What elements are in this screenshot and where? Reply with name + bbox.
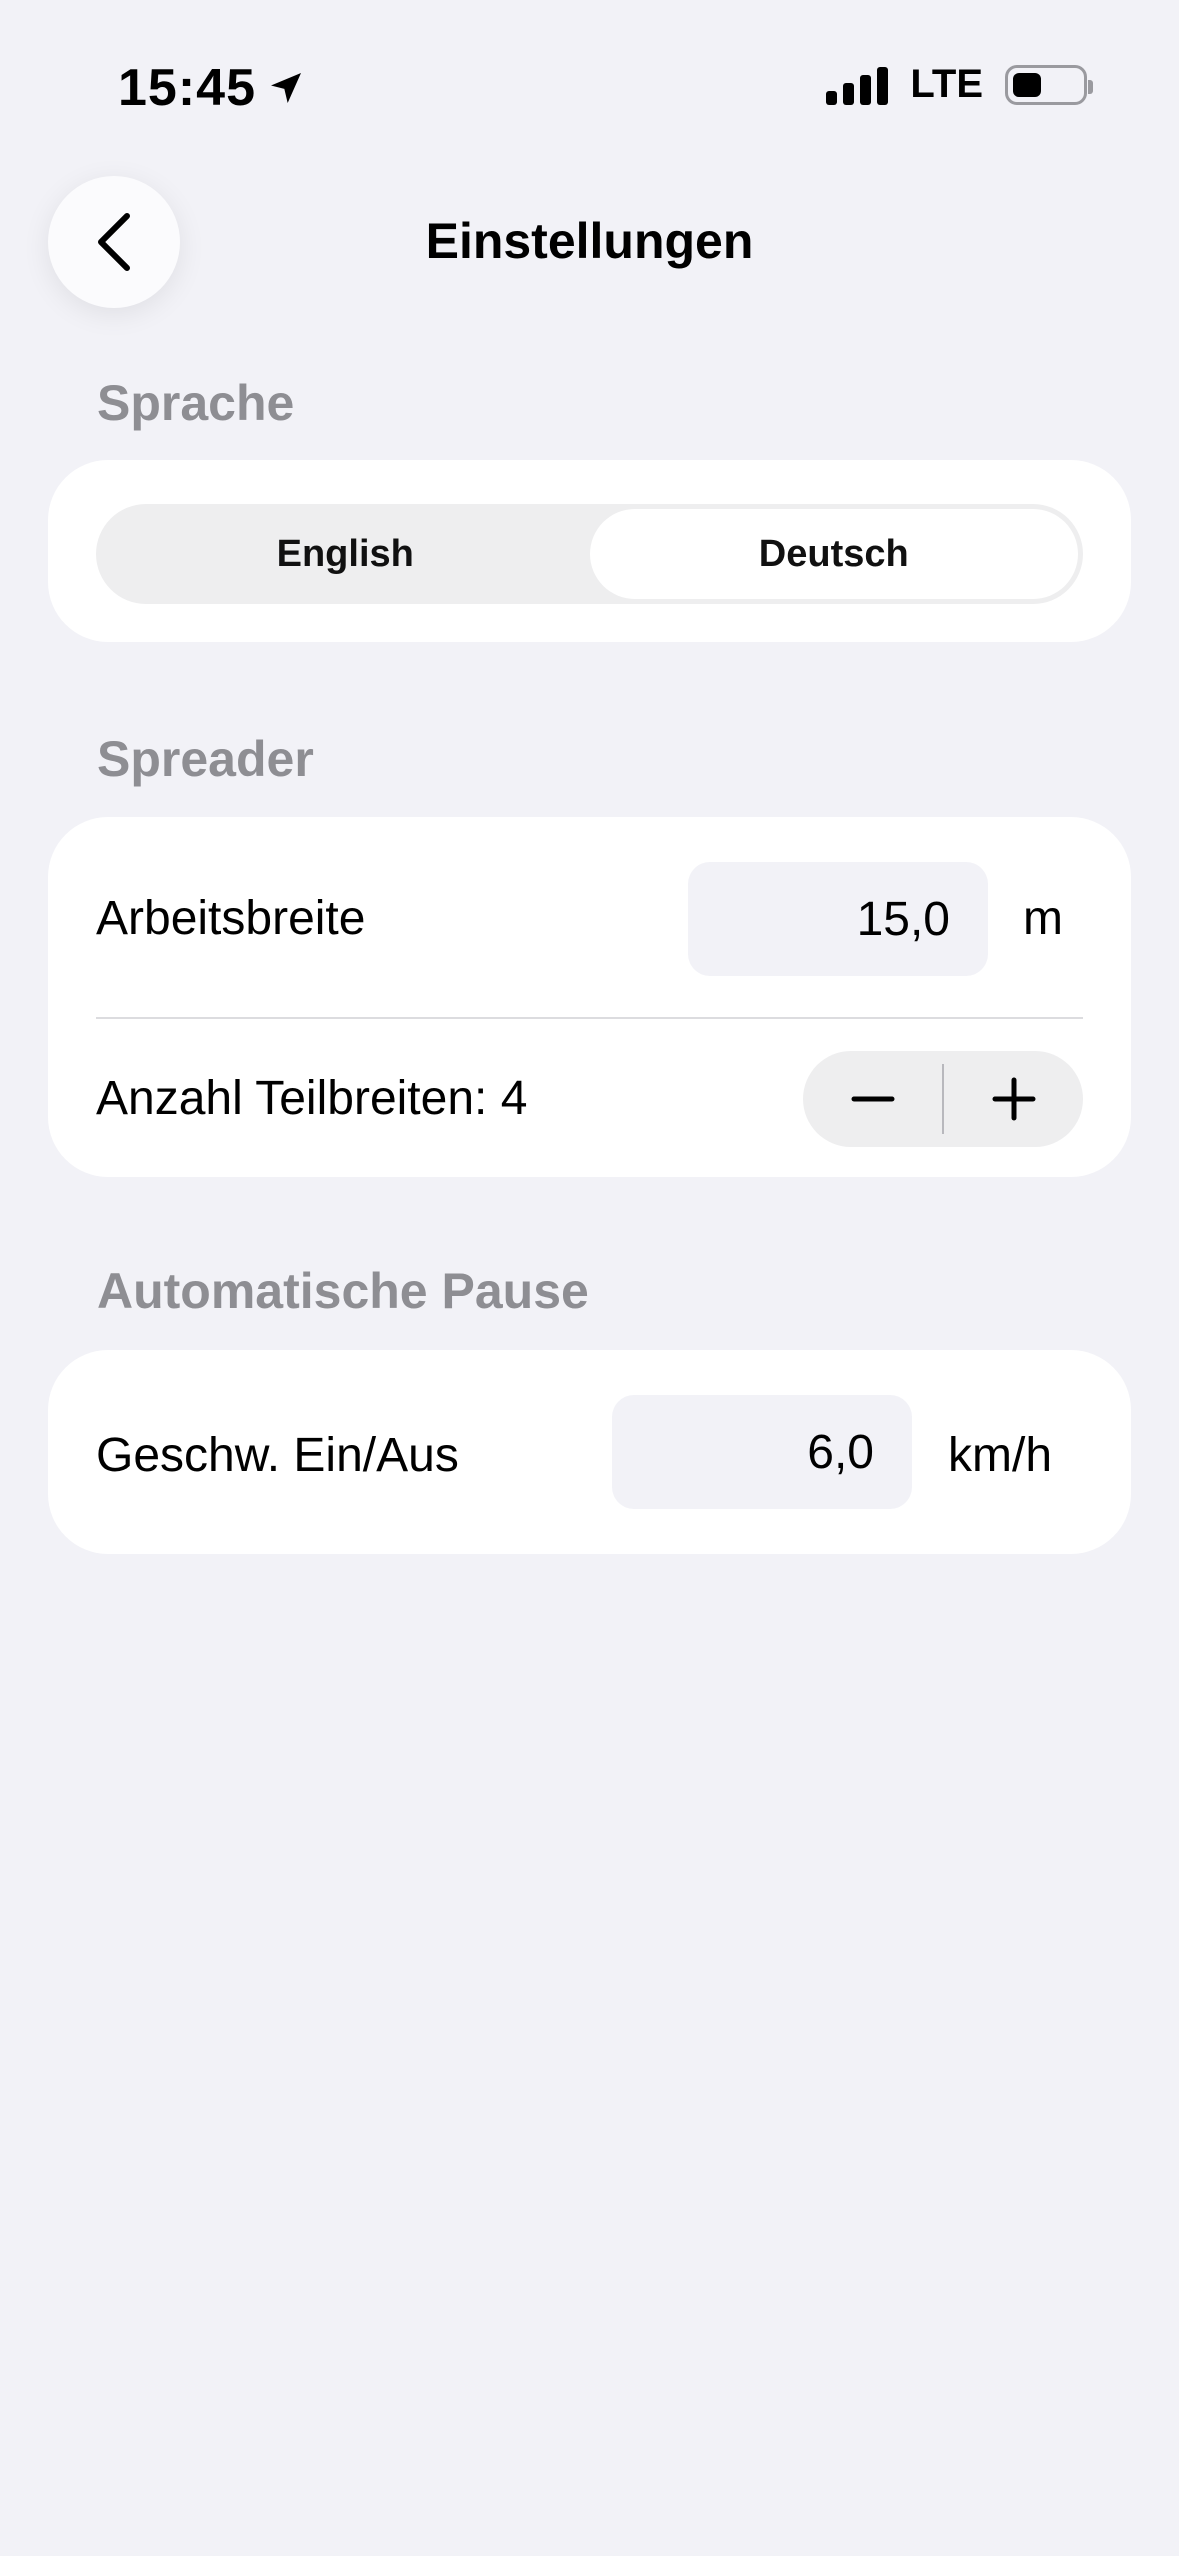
increment-button[interactable] [944,1051,1083,1147]
plus-icon [992,1077,1035,1121]
working-width-label: Arbeitsbreite [96,892,366,945]
section-label-spreader: Spreader [97,731,314,787]
section-label-auto-pause: Automatische Pause [97,1263,589,1319]
working-width-unit: m [1023,892,1063,945]
signal-bars-icon [826,65,889,105]
segment-deutsch[interactable]: Deutsch [589,509,1078,599]
status-indicators: LTE [826,62,1093,107]
sections-stepper [803,1051,1083,1147]
location-arrow-icon [271,73,301,103]
settings-screen: 15:45 LTE Einstellungen Sprache English … [0,0,1179,2556]
working-width-input[interactable]: 15,0 [688,862,988,976]
battery-icon [1005,64,1093,105]
speed-unit: km/h [948,1429,1053,1482]
language-card: English Deutsch [48,460,1131,642]
decrement-button[interactable] [803,1051,942,1147]
segment-english[interactable]: English [101,509,590,599]
language-segmented-control: English Deutsch [96,504,1083,604]
status-time: 15:45 [118,58,306,118]
sections-count-label: Anzahl Teilbreiten: 4 [96,1072,528,1125]
spreader-card: Arbeitsbreite 15,0 m Anzahl Teilbreiten:… [48,817,1131,1177]
row-divider [96,1017,1083,1019]
status-time-text: 15:45 [118,59,256,117]
section-label-language: Sprache [97,375,295,431]
network-type: LTE [910,62,983,106]
page-title: Einstellungen [425,213,754,269]
auto-pause-card: Geschw. Ein/Aus 6,0 km/h [48,1350,1131,1554]
minus-icon [851,1096,894,1102]
speed-label: Geschw. Ein/Aus [96,1429,459,1482]
speed-input[interactable]: 6,0 [612,1395,912,1509]
